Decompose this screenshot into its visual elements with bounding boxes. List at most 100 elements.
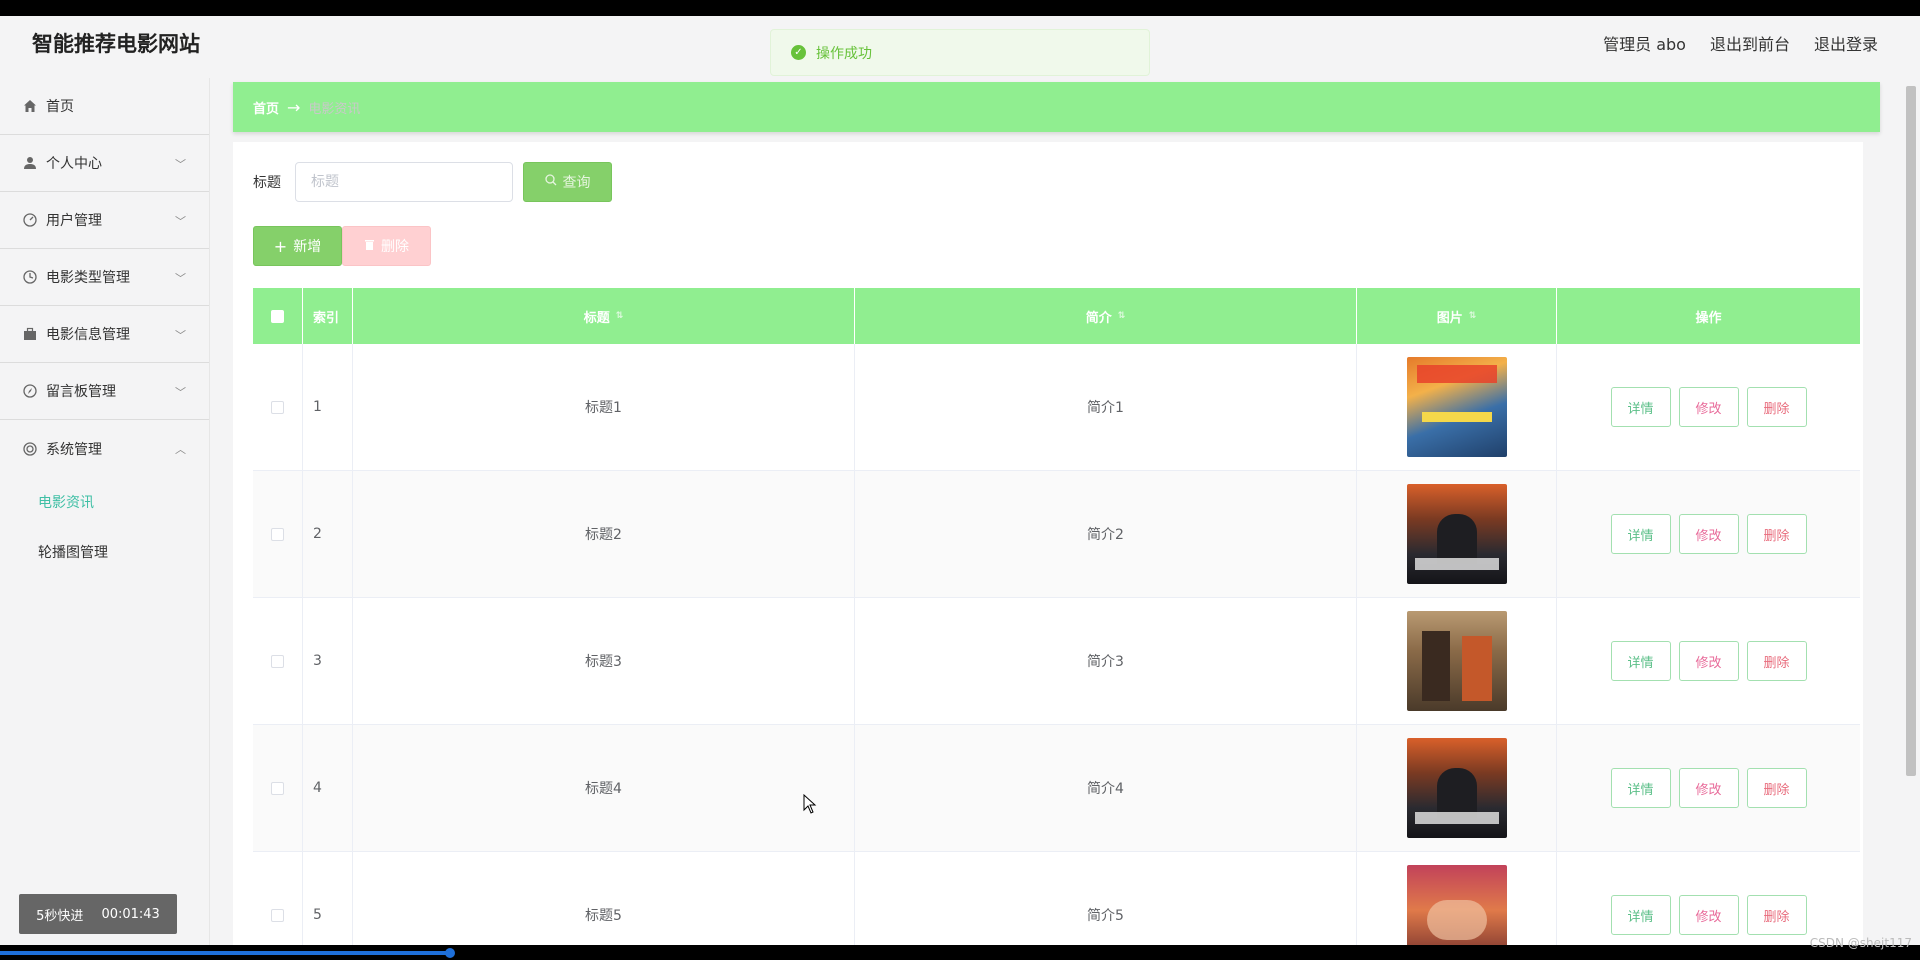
sidebar-item-movie-type-management[interactable]: 电影类型管理 ﹀	[0, 249, 209, 306]
sidebar-item-movie-info-management[interactable]: 电影信息管理 ﹀	[0, 306, 209, 363]
row-title: 标题1	[353, 344, 855, 470]
breadcrumb-current: 电影资讯	[308, 101, 361, 117]
sort-icon[interactable]: ⇅	[616, 311, 624, 321]
delete-button[interactable]: 删除	[1746, 895, 1807, 935]
row-intro: 简介3	[855, 598, 1357, 724]
column-header-image[interactable]: 图片 ⇅	[1357, 288, 1557, 344]
delete-button[interactable]: 删除	[1746, 641, 1807, 681]
row-title: 标题2	[353, 471, 855, 597]
gauge-icon	[22, 212, 38, 228]
trash-icon	[364, 238, 375, 254]
chevron-down-icon: ﹀	[175, 386, 186, 399]
sidebar-item-personal-center[interactable]: 个人中心 ﹀	[0, 135, 209, 192]
row-checkbox[interactable]	[271, 654, 284, 668]
column-header-index: 索引	[303, 288, 353, 344]
briefcase-icon	[22, 326, 38, 342]
row-checkbox[interactable]	[271, 527, 284, 541]
search-button-label: 查询	[562, 175, 591, 191]
delete-button[interactable]: 删除	[1746, 387, 1807, 427]
row-image-cell	[1357, 471, 1557, 597]
row-intro: 简介5	[855, 852, 1357, 945]
column-header-label: 标题	[583, 310, 610, 326]
column-header-title[interactable]: 标题 ⇅	[353, 288, 855, 344]
breadcrumb-home[interactable]: 首页	[253, 98, 279, 117]
sidebar-item-system-management[interactable]: 系统管理 ︿	[0, 420, 209, 477]
chevron-down-icon: ﹀	[175, 158, 186, 171]
row-image-cell	[1357, 598, 1557, 724]
header-links: 管理员 abo 退出到前台 退出登录	[1603, 31, 1878, 55]
sidebar-item-label: 系统管理	[46, 441, 102, 458]
sidebar-subitem-carousel-management[interactable]: 轮播图管理	[0, 527, 209, 577]
row-ops: 详情 修改 删除	[1557, 598, 1860, 724]
detail-button[interactable]: 详情	[1610, 387, 1671, 427]
sidebar-item-label: 留言板管理	[46, 384, 116, 400]
edit-button[interactable]: 修改	[1678, 768, 1739, 808]
edit-button[interactable]: 修改	[1678, 895, 1739, 935]
select-all-checkbox[interactable]	[271, 309, 284, 323]
column-header-label: 索引	[313, 310, 340, 326]
video-progress-knob[interactable]	[445, 948, 455, 958]
add-button[interactable]: + 新增	[253, 226, 342, 266]
row-select-cell	[253, 598, 303, 724]
exit-to-frontend-link[interactable]: 退出到前台	[1710, 31, 1790, 55]
video-top-bar	[0, 0, 1920, 16]
select-all-cell	[253, 288, 303, 344]
detail-button[interactable]: 详情	[1610, 641, 1671, 681]
app-window: 智能推荐电影网站 管理员 abo 退出到前台 退出登录 ✓ 操作成功 首页 个人…	[0, 16, 1920, 945]
admin-user-link[interactable]: 管理员 abo	[1603, 31, 1686, 55]
movie-poster-image	[1406, 738, 1507, 838]
movie-poster-image	[1406, 611, 1507, 711]
check-circle-icon: ✓	[791, 45, 806, 60]
sidebar-item-user-management[interactable]: 用户管理 ﹀	[0, 192, 209, 249]
video-progress-bar[interactable]	[0, 951, 450, 955]
search-button[interactable]: 查询	[523, 162, 612, 202]
table-row: 3 标题3 简介3 详情 修改 删除	[253, 598, 1860, 725]
site-logo: 智能推荐电影网站	[32, 32, 200, 56]
sort-icon[interactable]: ⇅	[1118, 311, 1126, 321]
row-title: 标题4	[353, 725, 855, 851]
edit-button[interactable]: 修改	[1678, 641, 1739, 681]
title-search-input[interactable]	[295, 162, 513, 202]
batch-delete-button[interactable]: 删除	[342, 226, 431, 266]
detail-button[interactable]: 详情	[1610, 768, 1671, 808]
delete-button[interactable]: 删除	[1746, 768, 1807, 808]
sidebar-item-label: 电影信息管理	[46, 327, 130, 343]
row-checkbox[interactable]	[271, 400, 284, 414]
row-title: 标题5	[353, 852, 855, 945]
sidebar-item-message-board-management[interactable]: 留言板管理 ﹀	[0, 363, 209, 420]
video-skip-badge[interactable]: 5秒快进 00:01:43	[19, 894, 177, 934]
movie-poster-image	[1406, 865, 1507, 945]
breadcrumb: 首页 → 电影资讯	[233, 82, 1880, 132]
main-content: 首页 → 电影资讯 标题 查询 + 新增	[233, 82, 1880, 945]
batch-delete-label: 删除	[381, 239, 409, 255]
row-index: 3	[303, 598, 353, 724]
detail-button[interactable]: 详情	[1610, 514, 1671, 554]
row-checkbox[interactable]	[271, 781, 284, 795]
sidebar-subitem-movie-news[interactable]: 电影资讯	[0, 477, 209, 527]
row-image-cell	[1357, 852, 1557, 945]
plus-icon: +	[273, 236, 288, 256]
sidebar-item-label: 个人中心	[46, 156, 102, 172]
row-image-cell	[1357, 725, 1557, 851]
sort-icon[interactable]: ⇅	[1469, 311, 1477, 321]
toast-message: 操作成功	[816, 45, 872, 62]
delete-button[interactable]: 删除	[1746, 514, 1807, 554]
edit-button[interactable]: 修改	[1678, 514, 1739, 554]
sidebar-item-label: 用户管理	[46, 213, 102, 229]
action-buttons: + 新增 删除	[253, 226, 431, 266]
add-button-label: 新增	[293, 239, 322, 255]
sidebar-item-home[interactable]: 首页	[0, 78, 209, 135]
column-header-label: 简介	[1085, 310, 1112, 326]
row-intro: 简介2	[855, 471, 1357, 597]
row-select-cell	[253, 725, 303, 851]
row-image-cell	[1357, 344, 1557, 470]
table-header: 索引 标题 ⇅ 简介 ⇅ 图片 ⇅ 操作	[253, 288, 1860, 344]
movie-poster-image	[1406, 357, 1507, 457]
detail-button[interactable]: 详情	[1610, 895, 1671, 935]
row-checkbox[interactable]	[271, 908, 284, 922]
page-scrollbar[interactable]	[1906, 86, 1916, 776]
data-table: 索引 标题 ⇅ 简介 ⇅ 图片 ⇅ 操作 1 标题1 简介1 详情 修改 删除 …	[253, 288, 1860, 945]
column-header-intro[interactable]: 简介 ⇅	[855, 288, 1357, 344]
edit-button[interactable]: 修改	[1678, 387, 1739, 427]
logout-link[interactable]: 退出登录	[1814, 31, 1878, 55]
